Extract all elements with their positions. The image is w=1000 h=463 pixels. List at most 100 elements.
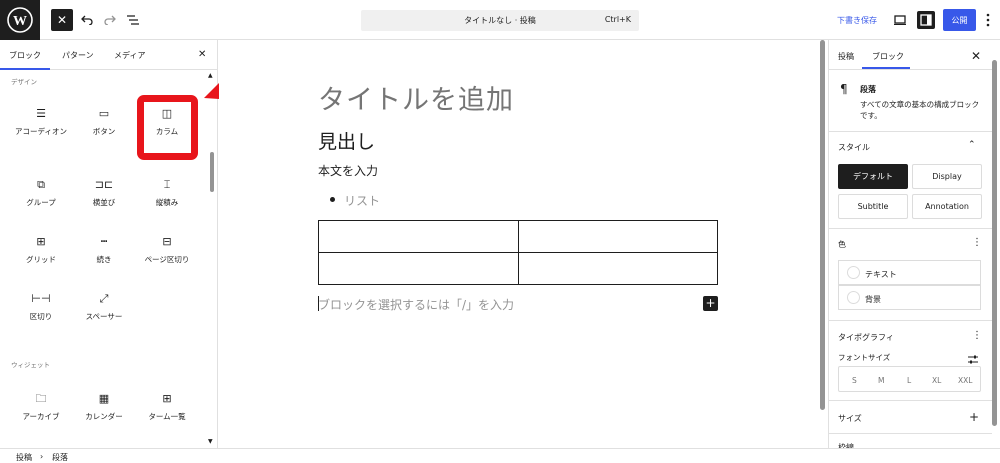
- terms-list-icon: ⊞: [162, 392, 172, 405]
- table-block[interactable]: [318, 220, 718, 285]
- block-label: ボタン: [92, 127, 116, 136]
- block-description: すべての文章の基本の構成ブロックです。: [860, 100, 980, 120]
- page-break-icon: ⊟: [162, 235, 172, 248]
- canvas-scrollbar[interactable]: [820, 40, 825, 410]
- style-display-button[interactable]: Display: [912, 164, 982, 189]
- chevron-right-icon: ›: [40, 452, 44, 461]
- settings-panel-icon[interactable]: [917, 11, 935, 29]
- preview-device-icon[interactable]: [893, 8, 907, 32]
- block-label: 縦積み: [155, 198, 179, 207]
- command-palette-button[interactable]: タイトルなし · 投稿 Ctrl+K: [361, 10, 639, 31]
- color-background-row[interactable]: 背景: [838, 285, 981, 310]
- list-bullet: [330, 197, 335, 202]
- divider: [828, 228, 992, 229]
- block-spacer[interactable]: ⤢ スペーサー: [74, 292, 134, 344]
- style-annotation-button[interactable]: Annotation: [912, 194, 982, 219]
- block-group[interactable]: ⧉ グループ: [11, 178, 71, 230]
- divider: [828, 320, 992, 321]
- category-design-title: デザイン: [11, 78, 37, 86]
- close-sidebar-icon[interactable]: ✕: [971, 49, 981, 63]
- block-archives[interactable]: 🗀 アーカイブ: [11, 392, 71, 444]
- font-size-picker[interactable]: S M L XL XXL: [838, 366, 981, 392]
- block-buttons[interactable]: ▭ ボタン: [74, 107, 134, 159]
- tab-post[interactable]: 投稿: [838, 51, 854, 62]
- grid-icon: ⊞: [36, 235, 46, 248]
- block-stack[interactable]: ⌶ 縦積み: [137, 178, 197, 230]
- block-accordion[interactable]: ☰ アコーディオン: [11, 107, 71, 159]
- tab-block[interactable]: ブロック: [872, 51, 904, 62]
- font-size-l[interactable]: L: [907, 376, 911, 385]
- font-size-s[interactable]: S: [852, 376, 857, 385]
- typography-options-icon[interactable]: ⋮: [972, 330, 982, 341]
- chevron-up-icon[interactable]: ⌃: [968, 140, 976, 150]
- block-label: 続き: [96, 255, 112, 264]
- default-block-appender[interactable]: ブロックを選択するには「/」を入力: [318, 296, 514, 313]
- scroll-down-icon[interactable]: ▼: [208, 438, 213, 445]
- block-row[interactable]: ⊐⊏ 横並び: [74, 178, 134, 230]
- close-inserter-button[interactable]: ✕: [51, 9, 73, 31]
- save-draft-button[interactable]: 下書き保存: [837, 15, 877, 26]
- wordpress-logo-icon[interactable]: W: [0, 0, 40, 40]
- top-toolbar: W ✕ タイトルなし · 投稿 Ctrl+K 下書き保存 公開: [0, 0, 1000, 40]
- block-label: アコーディオン: [15, 127, 67, 136]
- block-calendar[interactable]: ▦ カレンダー: [74, 392, 134, 444]
- style-default-button[interactable]: デフォルト: [838, 164, 908, 189]
- undo-icon[interactable]: [80, 8, 94, 32]
- archive-icon: 🗀: [35, 392, 47, 405]
- table-cell[interactable]: [517, 252, 718, 285]
- table-cell[interactable]: [318, 220, 519, 253]
- redo-icon[interactable]: [103, 8, 117, 32]
- color-swatch: [847, 291, 860, 304]
- breadcrumb-post[interactable]: 投稿: [16, 452, 32, 463]
- color-swatch: [847, 266, 860, 279]
- active-tab-indicator: [0, 68, 50, 70]
- sidebar-scrollbar[interactable]: [992, 60, 997, 426]
- table-cell[interactable]: [517, 220, 718, 253]
- typography-heading: タイポグラフィ: [838, 333, 894, 342]
- paragraph-icon: ¶: [840, 82, 848, 96]
- block-label: カレンダー: [85, 412, 123, 421]
- spacer-icon: ⤢: [99, 292, 109, 305]
- block-more[interactable]: ┅ 続き: [74, 235, 134, 287]
- options-menu-icon[interactable]: [982, 8, 994, 32]
- inserter-scrollbar[interactable]: [210, 152, 214, 192]
- tab-media[interactable]: メディア: [114, 50, 145, 61]
- font-size-label: フォントサイズ: [838, 353, 891, 362]
- divider: [828, 131, 992, 132]
- font-size-xl[interactable]: XL: [932, 376, 941, 385]
- tab-patterns[interactable]: パターン: [62, 50, 94, 61]
- post-title-placeholder[interactable]: タイトルを追加: [318, 78, 514, 117]
- font-size-xxl[interactable]: XXL: [958, 376, 972, 385]
- block-page-break[interactable]: ⊟ ページ区切り: [137, 235, 197, 287]
- block-terms-list[interactable]: ⊞ ターム一覧: [137, 392, 197, 444]
- divider: [828, 69, 992, 70]
- publish-button[interactable]: 公開: [943, 9, 976, 31]
- divider: [828, 433, 992, 434]
- expand-size-icon[interactable]: +: [969, 410, 979, 424]
- color-heading: 色: [838, 240, 846, 249]
- shortcut-hint: Ctrl+K: [604, 15, 631, 24]
- heading-block[interactable]: 見出し: [318, 127, 375, 154]
- table-cell[interactable]: [318, 252, 519, 285]
- add-block-button[interactable]: +: [703, 296, 718, 311]
- color-text-row[interactable]: テキスト: [838, 260, 981, 285]
- document-overview-icon[interactable]: [126, 8, 140, 32]
- separator-icon: ⊢⊣: [31, 292, 51, 305]
- color-label: テキスト: [865, 270, 897, 279]
- tab-blocks[interactable]: ブロック: [9, 50, 41, 61]
- block-label: ターム一覧: [148, 412, 186, 421]
- list-block-item[interactable]: リスト: [344, 192, 380, 209]
- block-name: 段落: [860, 85, 876, 94]
- style-subtitle-button[interactable]: Subtitle: [838, 194, 908, 219]
- block-grid[interactable]: ⊞ グリッド: [11, 235, 71, 287]
- font-size-m[interactable]: M: [878, 376, 884, 385]
- group-icon: ⧉: [37, 178, 45, 191]
- breadcrumb-paragraph[interactable]: 段落: [52, 452, 68, 463]
- category-widgets-title: ウィジェット: [11, 361, 50, 369]
- color-options-icon[interactable]: ⋮: [972, 237, 982, 248]
- block-label: グループ: [26, 198, 56, 207]
- paragraph-block[interactable]: 本文を入力: [318, 162, 378, 179]
- calendar-icon: ▦: [98, 392, 110, 405]
- block-separator[interactable]: ⊢⊣ 区切り: [11, 292, 71, 344]
- svg-text:W: W: [13, 14, 27, 29]
